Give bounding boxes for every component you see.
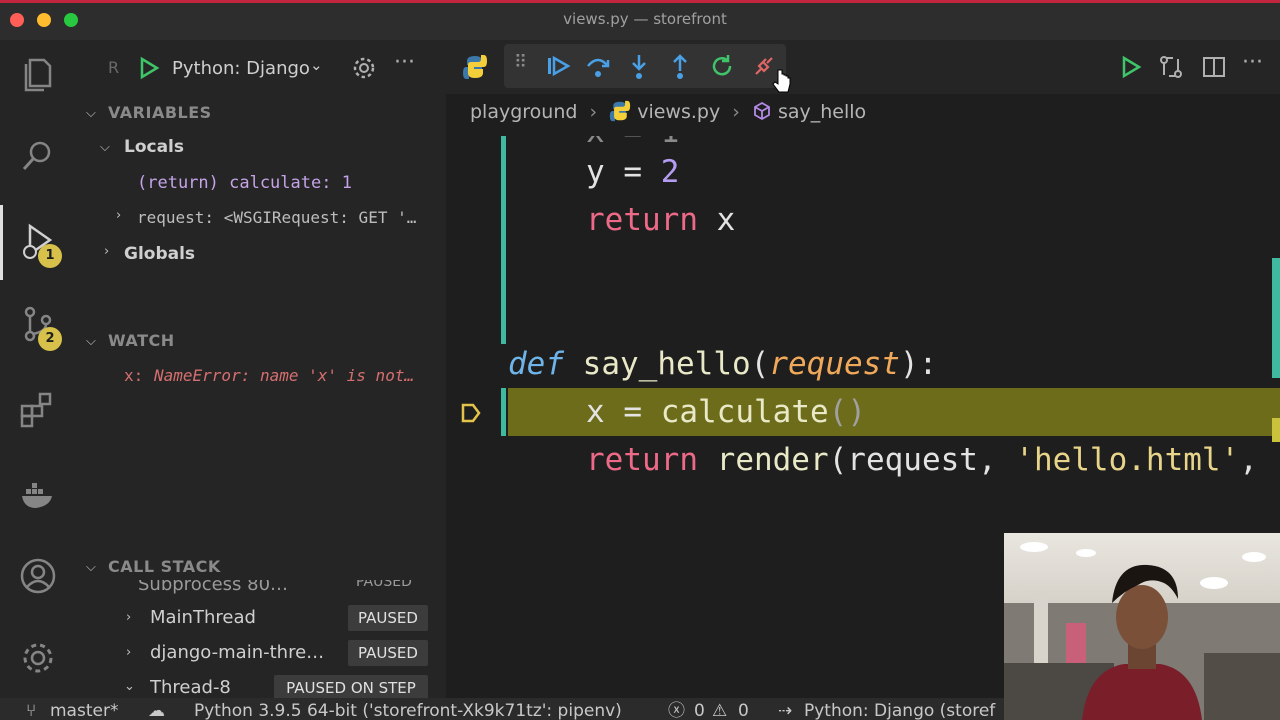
call-stack-header[interactable]: CALL STACK [108,557,221,576]
thread-main[interactable]: MainThread [150,607,256,628]
globals-scope[interactable]: Globals [124,244,195,264]
split-editor-icon[interactable] [1202,55,1226,79]
manage-gear-icon[interactable] [18,638,58,678]
watch-expression[interactable]: x: [124,366,143,385]
run-icon[interactable] [1120,56,1142,78]
locals-scope[interactable]: Locals [124,137,184,157]
code-line: return x [586,202,736,238]
call-stack-partial-badge: PAUSED [356,580,412,590]
call-stack-list: Subprocess 80… PAUSED › MainThread PAUSE… [76,580,446,698]
presenter-photo [1004,533,1280,720]
call-stack-partial-row[interactable]: Subprocess 80… [138,580,288,595]
call-stack-chevron-icon[interactable]: ⌵ [86,560,96,575]
variables-header[interactable]: VARIABLES [108,103,212,122]
more-actions-icon[interactable]: ··· [394,50,415,75]
overview-ruler-mark [1272,258,1280,378]
editor-tab-strip: ⠿ ··· [446,40,1280,94]
modified-lines-indicator [501,136,506,344]
variables-chevron-icon[interactable]: ⌵ [86,106,96,121]
error-count[interactable]: 0 [694,698,705,720]
extensions-icon[interactable] [18,390,58,430]
thread-8[interactable]: Thread-8 [150,677,231,698]
breadcrumb-separator-icon: › [589,101,598,123]
thread-main-status: PAUSED [348,605,428,631]
code-line-partial: x = 1 [586,136,679,150]
chevron-down-icon[interactable]: ⌄ [310,56,323,74]
activity-bar: 1 2 [0,40,76,698]
breakpoint-arrow-icon [461,403,481,423]
modified-line-indicator [501,388,506,436]
branch-icon: ⑂ [26,701,37,720]
thread-django-main[interactable]: django-main-thre… [150,642,340,663]
restart-icon[interactable] [708,52,736,80]
breadcrumb-separator-icon: › [732,101,740,123]
warning-count[interactable]: 0 [738,698,749,720]
open-changes-icon[interactable] [1158,54,1184,80]
active-view-indicator [0,205,3,280]
thread-chevron-icon[interactable]: › [126,610,131,625]
debug-side-panel: R Python: Django ⌄ ··· ⌵ VARIABLES ⌵ Loc… [76,40,446,698]
debug-toolbar: ⠿ [504,44,786,88]
breadcrumb-file[interactable]: views.py [637,101,720,123]
python-interpreter[interactable]: Python 3.9.5 64-bit ('storefront-Xk9k71t… [194,698,622,720]
continue-icon[interactable] [544,52,572,80]
account-icon[interactable] [18,556,58,596]
debug-config-select[interactable]: Python: Django [172,58,310,79]
window-title: views.py — storefront [563,10,727,28]
code-line: return render(request, 'hello.html', [586,442,1258,478]
drag-handle-icon[interactable]: ⠿ [514,52,527,73]
thread-django-status: PAUSED [348,640,428,666]
breadcrumb-folder[interactable]: playground [470,101,577,123]
debug-badge: 1 [38,244,62,268]
step-out-icon[interactable] [666,52,694,80]
debug-view-label: R [108,58,120,77]
search-icon[interactable] [18,136,58,176]
error-icon: ⓧ [668,701,685,720]
python-file-icon [463,55,487,79]
git-branch[interactable]: master* [50,698,118,720]
thread-chevron-icon[interactable]: ⌄ [124,679,135,694]
warning-icon: ⚠ [712,701,728,720]
start-debugging-icon[interactable] [138,56,160,80]
explorer-icon[interactable] [18,54,58,94]
debug-target[interactable]: Python: Django (storef [804,698,995,720]
breadcrumb-symbol[interactable]: say_hello [778,101,866,123]
thread-8-status: PAUSED ON STEP [274,675,428,698]
return-value-variable[interactable]: (return) calculate: 1 [137,173,352,193]
sync-cloud-icon[interactable]: ☁ [148,698,165,720]
docker-icon[interactable] [18,474,58,514]
locals-chevron-icon[interactable]: ⌵ [100,140,110,155]
watch-error: NameError: name 'x' is not… [154,366,415,385]
request-chevron-icon[interactable]: › [116,208,121,223]
thread-chevron-icon[interactable]: › [126,645,131,660]
globals-chevron-icon[interactable]: › [104,244,109,259]
request-variable[interactable]: request: <WSGIRequest: GET '… [137,208,443,227]
more-actions-icon[interactable]: ··· [1242,50,1263,75]
debug-target-icon: ⇢ [778,701,793,720]
watch-header[interactable]: WATCH [108,331,175,350]
mouse-pointer-icon [772,69,791,93]
overview-ruler-mark [1272,418,1280,442]
scm-badge: 2 [38,327,62,351]
title-bar: views.py — storefront [0,0,1280,40]
webcam-overlay [1004,533,1280,720]
method-symbol-icon [754,101,770,121]
python-file-icon [610,100,631,122]
code-line: def say_hello(request): [508,346,938,382]
debug-header: R Python: Django ⌄ ··· [76,40,446,96]
breadcrumb: playground › views.py › say_hello [470,100,866,123]
code-line-current: x = calculate() [586,394,866,430]
code-line: y = 2 [586,154,680,190]
watch-chevron-icon[interactable]: ⌵ [86,334,96,349]
step-over-icon[interactable] [584,52,612,80]
gear-icon[interactable] [352,56,376,80]
step-into-icon[interactable] [625,52,653,80]
